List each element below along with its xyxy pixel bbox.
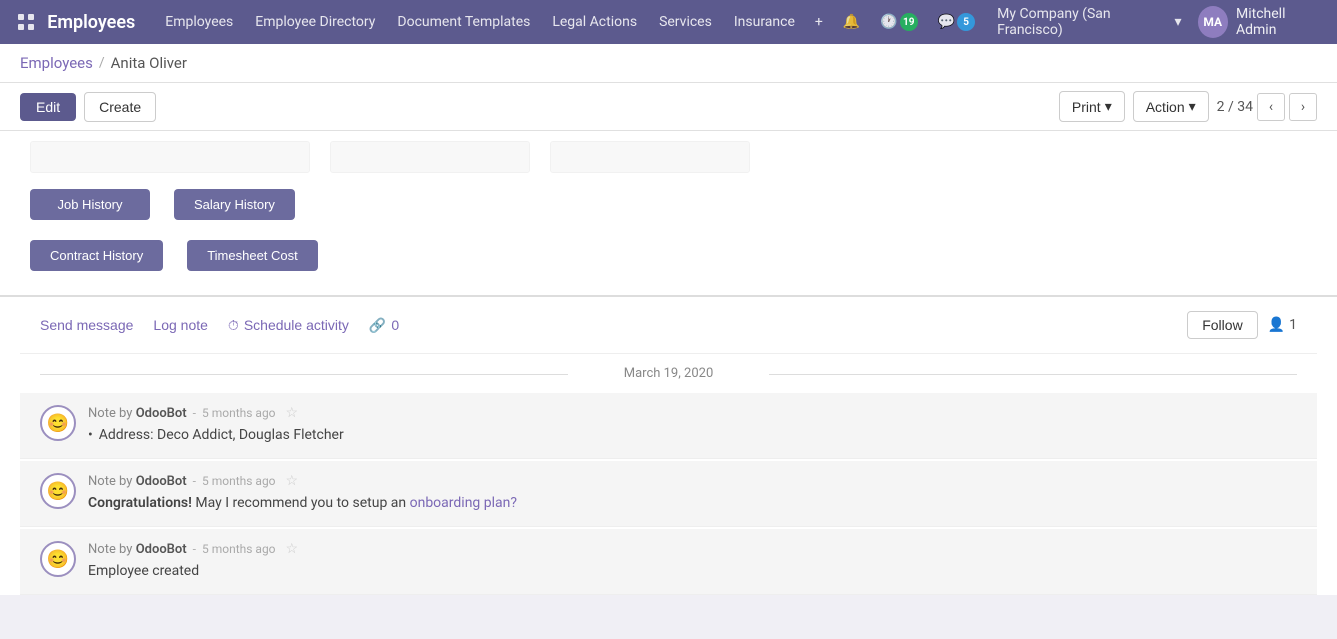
message-time: -: [193, 406, 196, 420]
print-chevron: ▾: [1105, 98, 1112, 115]
message-time: -: [193, 474, 196, 488]
follower-count: 👤 1: [1268, 317, 1297, 333]
star-icon[interactable]: ☆: [286, 541, 299, 557]
odoobot-icon: 😊: [47, 413, 69, 434]
date-separator-text: March 19, 2020: [624, 366, 714, 381]
breadcrumb-parent[interactable]: Employees: [20, 54, 93, 72]
nav-employees[interactable]: Employees: [155, 10, 243, 34]
message-author: Note by OdooBot: [88, 474, 187, 489]
chat-badge: 5: [957, 13, 975, 31]
action-label: Action: [1146, 99, 1185, 115]
prev-page-button[interactable]: ‹: [1257, 93, 1285, 121]
pagination-text: 2 / 34: [1217, 99, 1253, 115]
topnav-right-section: + 🔔 🕐 19 💬 5 My Company (San Francisco) …: [809, 2, 1325, 42]
smart-buttons-area: Job History Salary History Contract Hist…: [30, 189, 1307, 271]
create-button[interactable]: Create: [84, 92, 156, 122]
link-icon: 🔗: [369, 317, 386, 334]
star-icon[interactable]: ☆: [286, 405, 299, 421]
top-navigation: Employees Employees Employee Directory D…: [0, 0, 1337, 44]
message-header: Note by OdooBot - 5 months ago ☆: [88, 405, 1297, 421]
log-note-button[interactable]: Log note: [153, 317, 208, 333]
grid-menu-icon[interactable]: [12, 8, 39, 36]
salary-history-button[interactable]: Salary History: [174, 189, 295, 220]
smart-buttons-row1: Job History Salary History: [30, 189, 1307, 220]
chatter-right-actions: Follow 👤 1: [1187, 311, 1297, 339]
message-body: Note by OdooBot - 5 months ago ☆ • Addre…: [88, 405, 1297, 446]
clock-icon[interactable]: 🕐 19: [874, 9, 923, 35]
job-history-button[interactable]: Job History: [30, 189, 150, 220]
schedule-activity-label: Schedule activity: [244, 317, 349, 333]
action-chevron: ▾: [1189, 98, 1196, 115]
log-note-label: Log note: [153, 317, 208, 333]
message-text: • Address: Deco Addict, Douglas Fletcher: [88, 425, 1297, 446]
action-button[interactable]: Action ▾: [1133, 91, 1209, 122]
clock-schedule-icon: ⏱: [228, 317, 239, 334]
action-toolbar: Edit Create Print ▾ Action ▾ 2 / 34 ‹ ›: [0, 83, 1337, 131]
timesheet-cost-button[interactable]: Timesheet Cost: [187, 240, 318, 271]
avatar: 😊: [40, 473, 76, 509]
message-author: Note by OdooBot: [88, 406, 187, 421]
send-message-label: Send message: [40, 317, 133, 333]
app-title: Employees: [47, 12, 135, 33]
date-separator: March 19, 2020: [40, 354, 1297, 393]
schedule-activity-button[interactable]: ⏱ Schedule activity: [228, 317, 349, 334]
message-timestamp: 5 months ago: [202, 542, 276, 556]
message-item: 😊 Note by OdooBot - 5 months ago ☆ Congr…: [20, 461, 1317, 527]
odoobot-icon: 😊: [47, 481, 69, 502]
nav-services[interactable]: Services: [649, 10, 722, 34]
message-text: Employee created: [88, 561, 1297, 582]
avatar: 😊: [40, 541, 76, 577]
avatar: 😊: [40, 405, 76, 441]
breadcrumb: Employees / Anita Oliver: [0, 44, 1337, 83]
company-selector[interactable]: My Company (San Francisco) ▾: [989, 2, 1189, 42]
pagination: 2 / 34 ‹ ›: [1217, 93, 1317, 121]
contract-history-button[interactable]: Contract History: [30, 240, 163, 271]
send-message-button[interactable]: Send message: [40, 317, 133, 333]
main-content: Job History Salary History Contract Hist…: [0, 131, 1337, 595]
message-text: Congratulations! May I recommend you to …: [88, 493, 1297, 514]
follower-number: 1: [1289, 317, 1297, 333]
user-name[interactable]: Mitchell Admin: [1236, 6, 1325, 38]
breadcrumb-separator: /: [99, 55, 105, 71]
add-button[interactable]: +: [809, 10, 829, 34]
clock-badge: 19: [900, 13, 918, 31]
nav-employee-directory[interactable]: Employee Directory: [245, 10, 385, 34]
message-content: Address: Deco Addict, Douglas Fletcher: [99, 425, 344, 446]
links-count: 0: [391, 317, 399, 333]
message-timestamp: 5 months ago: [202, 474, 276, 488]
message-item: 😊 Note by OdooBot - 5 months ago ☆ Emplo…: [20, 529, 1317, 595]
edit-button[interactable]: Edit: [20, 93, 76, 121]
star-icon[interactable]: ☆: [286, 473, 299, 489]
onboarding-link[interactable]: onboarding plan?: [410, 495, 517, 511]
chat-icon[interactable]: 💬 5: [932, 9, 981, 35]
message-timestamp: 5 months ago: [202, 406, 276, 420]
nav-insurance[interactable]: Insurance: [724, 10, 805, 34]
message-item: 😊 Note by OdooBot - 5 months ago ☆: [20, 393, 1317, 459]
message-time: -: [193, 542, 196, 556]
message-header: Note by OdooBot - 5 months ago ☆: [88, 541, 1297, 557]
odoobot-icon: 😊: [47, 549, 69, 570]
print-label: Print: [1072, 99, 1101, 115]
company-name: My Company (San Francisco): [997, 6, 1170, 38]
message-body: Note by OdooBot - 5 months ago ☆ Congrat…: [88, 473, 1297, 514]
links-button[interactable]: 🔗 0: [369, 317, 399, 334]
follow-button[interactable]: Follow: [1187, 311, 1257, 339]
smart-buttons-row2: Contract History Timesheet Cost: [30, 240, 1307, 271]
print-button[interactable]: Print ▾: [1059, 91, 1125, 122]
message-body: Note by OdooBot - 5 months ago ☆ Employe…: [88, 541, 1297, 582]
nav-links: Employees Employee Directory Document Te…: [155, 10, 805, 34]
nav-legal-actions[interactable]: Legal Actions: [542, 10, 647, 34]
chatter-actions-bar: Send message Log note ⏱ Schedule activit…: [20, 297, 1317, 354]
message-header: Note by OdooBot - 5 months ago ☆: [88, 473, 1297, 489]
chatter-section: Send message Log note ⏱ Schedule activit…: [0, 296, 1337, 595]
company-chevron: ▾: [1174, 14, 1181, 30]
messages-area: 😊 Note by OdooBot - 5 months ago ☆: [20, 393, 1317, 595]
follower-icon: 👤: [1268, 317, 1285, 333]
next-page-button[interactable]: ›: [1289, 93, 1317, 121]
notification-bell[interactable]: 🔔: [837, 10, 866, 34]
nav-document-templates[interactable]: Document Templates: [387, 10, 540, 34]
message-author: Note by OdooBot: [88, 542, 187, 557]
user-avatar[interactable]: MA: [1198, 6, 1228, 38]
breadcrumb-current: Anita Oliver: [111, 54, 187, 72]
